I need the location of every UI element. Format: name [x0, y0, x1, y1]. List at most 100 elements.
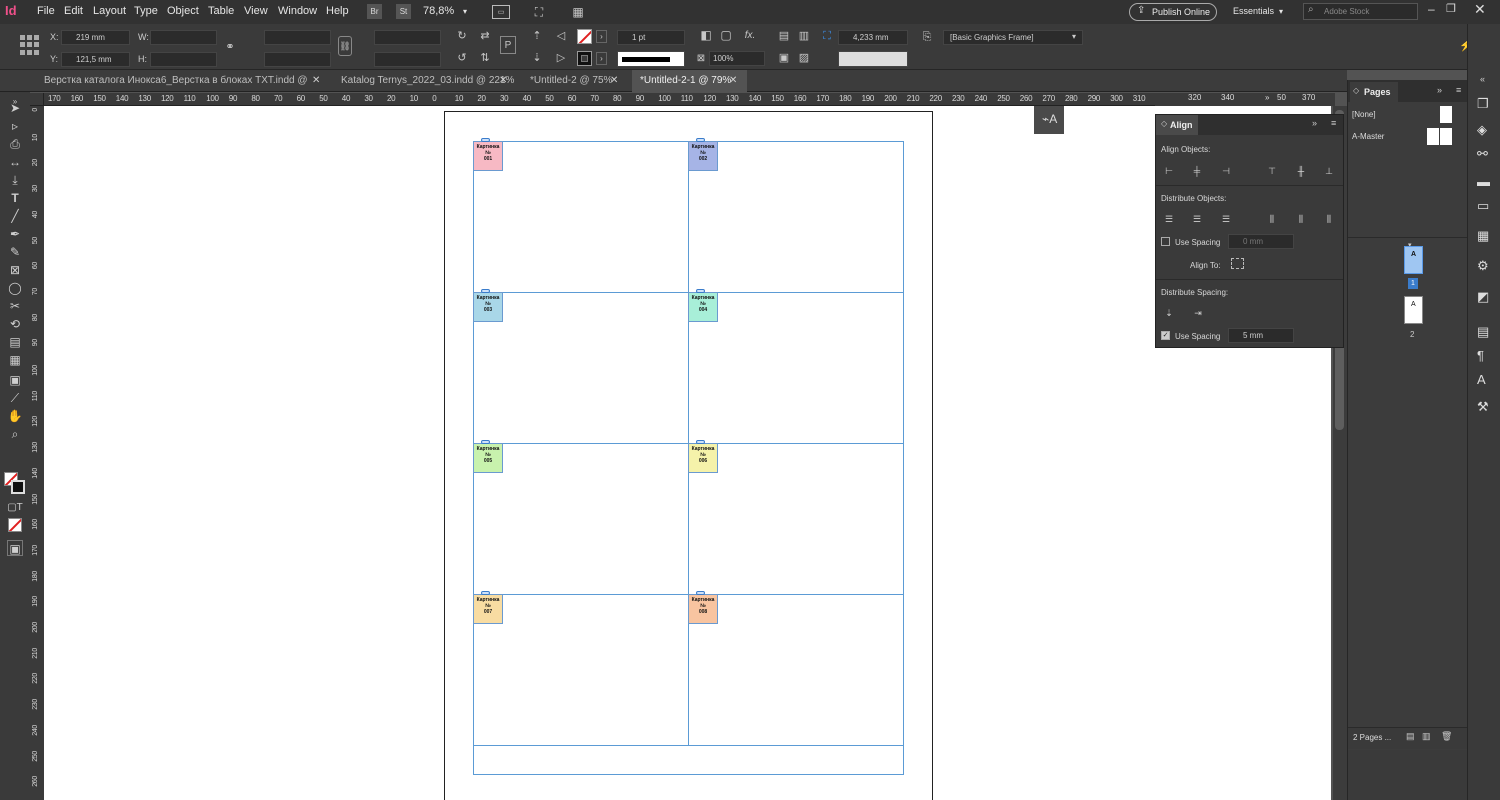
shear-field[interactable]: [374, 52, 441, 67]
picture-label-box[interactable]: Картинка № 006: [688, 443, 718, 473]
panel-menu-icon[interactable]: ≡: [1331, 118, 1336, 128]
object-style-select[interactable]: [Basic Graphics Frame]: [943, 30, 1083, 45]
graphic-frame[interactable]: [688, 594, 904, 746]
menu-help[interactable]: Help: [326, 5, 349, 17]
tab-document-1[interactable]: Верстка каталога Инокса6_Верстка в блока…: [36, 70, 329, 108]
link-chain-icon[interactable]: [481, 138, 490, 142]
auto-fit-icon[interactable]: ⛶: [820, 30, 834, 42]
chevron-down-icon[interactable]: ▾: [463, 7, 467, 16]
direct-selection-tool-icon[interactable]: ▹: [6, 118, 24, 134]
free-transform-tool-icon[interactable]: ⟲: [6, 316, 24, 332]
picture-label-box[interactable]: Картинка № 005: [473, 443, 503, 473]
select-prev-icon[interactable]: ◁: [554, 28, 568, 42]
stroke-type-select[interactable]: [617, 51, 685, 67]
constrain-proportions-icon[interactable]: ⚭: [224, 38, 236, 54]
picture-label-box[interactable]: Картинка № 002: [688, 141, 718, 171]
edit-page-size-icon[interactable]: ▤: [1406, 731, 1415, 742]
arrange-documents-icon[interactable]: ▦: [567, 5, 589, 19]
restore-icon[interactable]: ❐: [1446, 2, 1456, 15]
menu-table[interactable]: Table: [208, 5, 234, 17]
paragraph-styles-icon[interactable]: ¶: [1477, 348, 1484, 363]
fill-swatch[interactable]: [577, 29, 592, 44]
rotate-cw-icon[interactable]: ↻: [455, 28, 469, 42]
minimize-icon[interactable]: –: [1428, 2, 1435, 16]
distribute-horizontal-space-icon[interactable]: ⇥: [1192, 307, 1204, 319]
scale-y-field[interactable]: [264, 52, 331, 67]
link-chain-icon[interactable]: [481, 289, 490, 293]
collapse-panel-icon[interactable]: »: [1312, 118, 1317, 128]
workspace-switcher[interactable]: Essentials: [1233, 6, 1274, 16]
height-field[interactable]: [150, 52, 217, 67]
stroke-weight-field[interactable]: 1 pt: [617, 30, 685, 45]
link-chain-icon[interactable]: [481, 591, 490, 595]
distribute-vcenter-icon[interactable]: ☰: [1191, 213, 1203, 225]
gap-field[interactable]: 4,233 mm: [838, 30, 908, 45]
tab-document-3[interactable]: *Untitled-2 @ 75% ✕: [522, 70, 628, 92]
tab-document-2[interactable]: Katalog Ternys_2022_03.indd @ 221% ✕: [333, 70, 518, 92]
ruler-origin[interactable]: [30, 93, 44, 106]
align-vertical-center-icon[interactable]: ╫: [1295, 165, 1307, 177]
links-icon[interactable]: ⚯: [1477, 146, 1488, 162]
expand-icon[interactable]: ◇: [1353, 86, 1359, 95]
rotation-field[interactable]: [374, 30, 441, 45]
menu-object[interactable]: Object: [167, 5, 199, 17]
width-field[interactable]: [150, 30, 217, 45]
corner-options-select[interactable]: [838, 51, 908, 67]
scissors-tool-icon[interactable]: ✂: [6, 298, 24, 314]
text-wrap-none-icon[interactable]: ▤: [777, 28, 791, 42]
fit-frame-icon[interactable]: ▨: [797, 50, 811, 64]
collapse-panel-icon[interactable]: »: [1437, 85, 1442, 95]
effects-icon[interactable]: ◩: [1477, 289, 1489, 305]
scale-x-field[interactable]: [264, 30, 331, 45]
distribute-bottom-icon[interactable]: ☰: [1220, 213, 1232, 225]
menu-view[interactable]: View: [244, 5, 268, 17]
graphic-frame[interactable]: [688, 443, 904, 595]
pages-icon[interactable]: ❐: [1477, 96, 1489, 112]
graphic-frame[interactable]: [688, 141, 904, 293]
gap-tool-icon[interactable]: ↔: [6, 154, 24, 170]
page-1-thumb[interactable]: A: [1404, 246, 1423, 274]
align-to-selection-icon[interactable]: [1231, 258, 1244, 269]
stock-search-input[interactable]: Adobe Stock: [1303, 3, 1418, 20]
graphic-frame[interactable]: [473, 594, 689, 746]
collapse-panel-icon[interactable]: »: [1265, 93, 1269, 102]
note-tool-icon[interactable]: ▣: [6, 372, 24, 388]
a-master[interactable]: A-Master: [1352, 132, 1384, 141]
graphic-frame[interactable]: [473, 292, 689, 444]
formatting-container-icon[interactable]: ▢T: [6, 500, 24, 516]
align-top-icon[interactable]: ⊤: [1266, 165, 1278, 177]
menu-layout[interactable]: Layout: [93, 5, 126, 17]
a-master-right-thumb[interactable]: [1440, 128, 1452, 145]
stock-button[interactable]: St: [396, 4, 411, 19]
stroke-color-icon[interactable]: [11, 480, 25, 494]
zoom-level[interactable]: 78,8%: [423, 5, 454, 17]
object-styles-icon[interactable]: ⚒: [1477, 399, 1489, 415]
picture-label-box[interactable]: Картинка № 007: [473, 594, 503, 624]
pen-tool-icon[interactable]: ✒: [6, 226, 24, 242]
select-content-icon[interactable]: ⇣: [530, 50, 544, 64]
x-position-field[interactable]: 219 mm: [61, 30, 130, 45]
distribute-top-icon[interactable]: ☰: [1163, 213, 1175, 225]
hand-tool-icon[interactable]: ✋: [6, 408, 24, 424]
screen-mode-icon[interactable]: ⛶: [530, 5, 548, 19]
align-horizontal-center-icon[interactable]: ╪: [1191, 165, 1203, 177]
close-icon[interactable]: ✕: [499, 70, 507, 92]
eyedropper-tool-icon[interactable]: ⟋: [6, 390, 24, 406]
picture-label-box[interactable]: Картинка № 001: [473, 141, 503, 171]
picture-label-box[interactable]: Картинка № 004: [688, 292, 718, 322]
document-canvas[interactable]: Картинка № 001 Картинка № 002 Картинка № 003 Карт…: [44, 106, 1335, 800]
panel-menu-icon[interactable]: ≡: [1456, 85, 1461, 95]
bottom-frame[interactable]: [473, 745, 904, 775]
distribute-left-icon[interactable]: ⫼: [1266, 213, 1278, 225]
create-page-icon[interactable]: ▥: [1422, 731, 1431, 742]
expand-icon[interactable]: ◇: [1161, 119, 1167, 128]
type-tool-icon[interactable]: T: [6, 190, 24, 206]
stroke-icon[interactable]: ▬: [1477, 174, 1490, 189]
align-bottom-icon[interactable]: ⊥: [1323, 165, 1335, 177]
color-icon[interactable]: ▭: [1477, 198, 1489, 214]
distribute-hcenter-icon[interactable]: ⫼: [1295, 213, 1307, 225]
link-chain-icon[interactable]: [696, 440, 705, 444]
vertical-ruler[interactable]: 0 10 20 30 40 50 60 70 80 90 100 110 120 130 140 150 160…: [30, 106, 44, 800]
use-spacing-checkbox-2[interactable]: ✓: [1161, 331, 1170, 340]
view-options-icon[interactable]: ▭: [492, 5, 510, 19]
